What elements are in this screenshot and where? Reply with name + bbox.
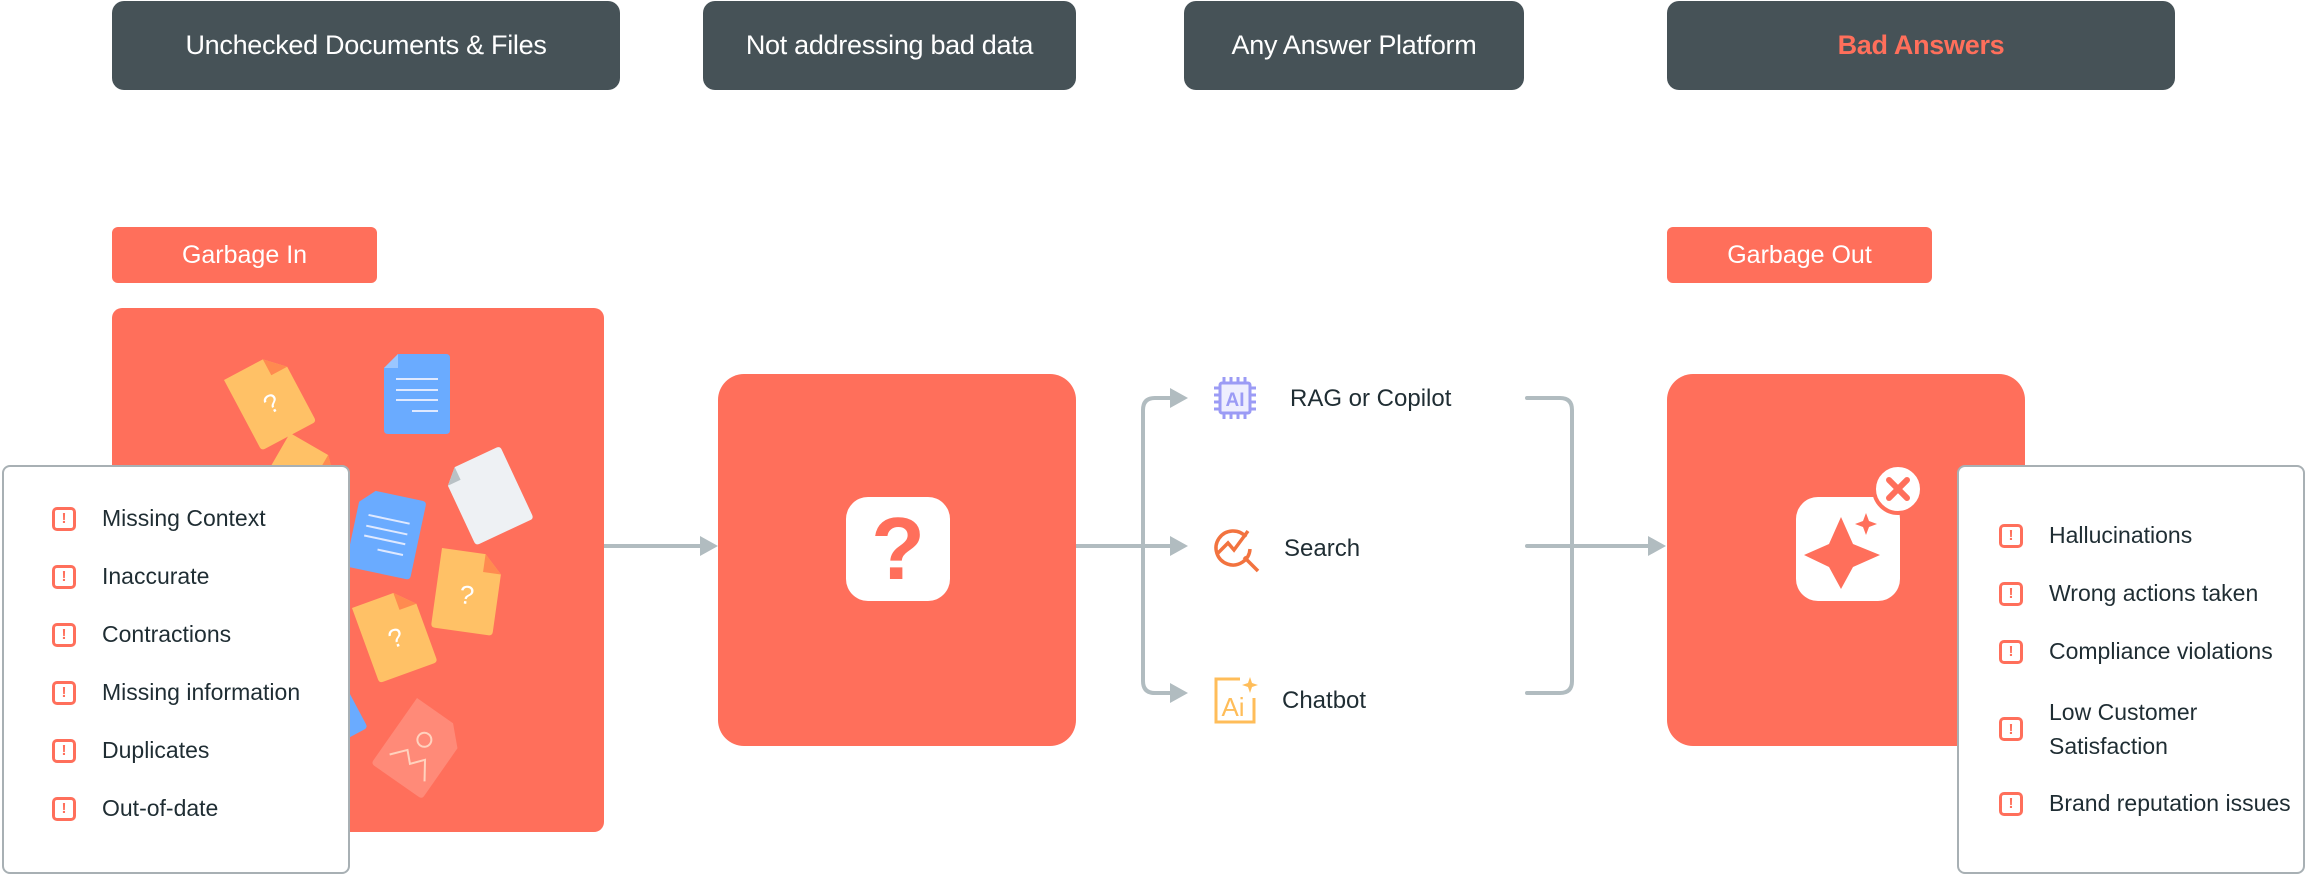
- text-document-icon: [384, 354, 450, 434]
- ai-sparkle-icon: Ai: [1212, 676, 1260, 724]
- list-item: ! Wrong actions taken: [1999, 580, 2258, 607]
- garbage-in-tag: Garbage In: [112, 227, 377, 283]
- image-document-icon: [372, 698, 458, 798]
- svg-text:Ai: Ai: [1221, 692, 1244, 722]
- warning-icon: !: [52, 622, 76, 647]
- warning-icon: !: [52, 680, 76, 705]
- arrow-head-icon: [700, 536, 718, 556]
- list-item: ! Contractions: [52, 621, 231, 648]
- arrow-head-icon: [1648, 536, 1666, 556]
- question-document-icon: ?: [352, 592, 437, 683]
- issue-label: Out-of-date: [102, 795, 219, 821]
- warning-icon: !: [52, 738, 76, 763]
- svg-text:AI: AI: [1226, 390, 1245, 411]
- list-item: ! Inaccurate: [52, 563, 209, 590]
- list-item: ! Duplicates: [52, 737, 209, 764]
- process-card: ?: [718, 374, 1076, 746]
- warning-icon: !: [52, 506, 76, 531]
- issue-label: Duplicates: [102, 737, 210, 763]
- ai-chip-icon: AI: [1212, 375, 1258, 421]
- text-document-icon: [346, 490, 426, 580]
- warning-icon: !: [52, 564, 76, 589]
- output-issues-list: ! Hallucinations ! Wrong actions taken !…: [1957, 465, 2305, 874]
- list-item: ! Brand reputation issues: [1999, 790, 2291, 817]
- tag-label: Garbage Out: [1727, 240, 1872, 269]
- warning-icon: !: [1999, 639, 2023, 664]
- arrow-head-icon: [1170, 536, 1188, 556]
- sparkle-tile: [1796, 497, 1900, 601]
- list-item: ! Out-of-date: [52, 795, 218, 822]
- platform-search: Search: [1284, 535, 1361, 562]
- list-item: ! Hallucinations: [1999, 522, 2192, 549]
- warning-icon: !: [1999, 791, 2023, 816]
- arrow-head-icon: [1170, 683, 1188, 703]
- issue-label: Low Customer Satisfaction: [2049, 699, 2198, 759]
- arrow-head-icon: [1170, 388, 1188, 408]
- warning-icon: !: [1999, 717, 2023, 741]
- tag-label: Garbage In: [181, 240, 308, 269]
- issue-label: Wrong actions taken: [2049, 580, 2259, 606]
- question-document-icon: ?: [431, 548, 501, 636]
- issue-label: Missing Context: [102, 505, 266, 531]
- warning-icon: !: [1999, 523, 2023, 548]
- close-icon: [1872, 463, 1924, 515]
- platform-rag-copilot: RAG or Copilot: [1290, 385, 1452, 412]
- blank-document-icon: [447, 447, 533, 545]
- question-mark-tile: ?: [846, 497, 950, 601]
- question-mark-icon: ?: [871, 499, 925, 598]
- issue-label: Brand reputation issues: [2049, 790, 2291, 816]
- issue-label: Contractions: [102, 621, 232, 647]
- warning-icon: !: [52, 796, 76, 821]
- list-item: ! Compliance violations: [1999, 638, 2273, 665]
- sparkle-icon: [1804, 513, 1880, 589]
- input-issues-list: ! Missing Context ! Inaccurate ! Contrac…: [2, 465, 350, 874]
- question-document-icon: ?: [224, 359, 316, 450]
- warning-icon: !: [1999, 581, 2023, 606]
- search-analytics-icon: [1212, 523, 1262, 573]
- platform-chatbot: Chatbot: [1282, 687, 1367, 714]
- issue-label: Inaccurate: [102, 563, 210, 589]
- list-item: ! Low Customer Satisfaction: [1999, 695, 2289, 763]
- issue-label: Missing information: [102, 679, 301, 705]
- issue-label: Compliance violations: [2049, 638, 2273, 664]
- issue-label: Hallucinations: [2049, 522, 2193, 548]
- garbage-out-tag: Garbage Out: [1667, 227, 1932, 283]
- list-item: ! Missing Context: [52, 505, 266, 532]
- list-item: ! Missing information: [52, 679, 300, 706]
